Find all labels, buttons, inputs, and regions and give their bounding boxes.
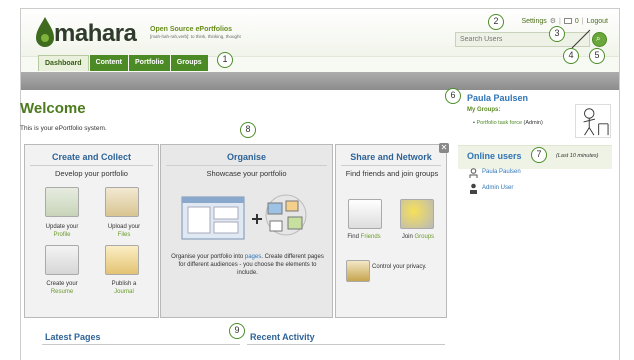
search-icon: ⌕ (596, 34, 601, 43)
close-icon[interactable]: ✕ (439, 143, 449, 153)
user-icon (470, 183, 477, 194)
caption-text: Upload your (107, 224, 141, 230)
files-link[interactable]: Files (118, 232, 131, 238)
main-nav-tabs: Dashboard Content Portfolio Groups (38, 55, 209, 71)
groups-link[interactable]: Groups (415, 234, 435, 240)
divider (341, 165, 441, 166)
publish-journal-caption: Publish a Journal (92, 281, 156, 296)
friends-icon[interactable] (348, 199, 382, 229)
settings-link[interactable]: Settings (521, 18, 546, 25)
recent-activity-heading: Recent Activity (250, 332, 315, 342)
callout-marker: 1 (217, 52, 233, 68)
groups-icon[interactable] (400, 199, 434, 229)
logout-link[interactable]: Logout (587, 18, 608, 25)
caption-text: Create your (46, 281, 78, 287)
callout-pointer (571, 29, 591, 49)
gear-icon[interactable]: ⚙ (550, 17, 556, 25)
callout-marker: 9 (229, 323, 245, 339)
panel-subtitle: Develop your portfolio (55, 169, 128, 178)
tab-groups[interactable]: Groups (170, 55, 208, 71)
group-list-item: • Portfolio task force (Admin) (473, 120, 543, 126)
callout-marker: 8 (240, 122, 256, 138)
organise-illustration-icon[interactable] (176, 191, 316, 243)
resume-link[interactable]: Resume (51, 289, 73, 295)
group-role: (Admin) (523, 120, 543, 126)
tab-portfolio[interactable]: Portfolio (129, 55, 170, 71)
privacy-caption: Control your privacy. (372, 264, 427, 270)
user-name[interactable]: Paula Paulsen (467, 93, 528, 103)
resume-icon[interactable] (45, 245, 79, 275)
profile-icon[interactable] (45, 187, 79, 217)
files-icon[interactable] (105, 187, 139, 217)
separator: | (559, 17, 561, 25)
organise-text-pre: Organise your portfolio into (171, 254, 244, 260)
sub-nav-bar (21, 72, 619, 90)
divider (42, 344, 240, 345)
callout-marker: 7 (531, 147, 547, 163)
create-resume-caption: Create your Resume (30, 281, 94, 296)
journal-link[interactable]: Journal (114, 289, 134, 295)
intro-text: This is your ePortfolio system. (20, 125, 107, 132)
tab-content[interactable]: Content (89, 55, 129, 71)
profile-link[interactable]: Profile (53, 232, 70, 238)
group-link[interactable]: Portfolio task force (476, 120, 522, 126)
upload-files-caption: Upload your Files (92, 224, 156, 239)
journal-icon[interactable] (105, 245, 139, 275)
online-users-note: (Last 10 minutes) (556, 153, 599, 159)
callout-marker: 2 (488, 14, 504, 30)
brand-tagline: Open Source ePortfolios (150, 26, 233, 33)
online-users-title: Online users (467, 151, 522, 161)
panel-title: Organise (226, 152, 266, 162)
page-title: Welcome (20, 100, 86, 117)
brand-tagline-sub: [mah-hah-rah,verb]: to think, thinking, … (150, 34, 241, 39)
organise-panel: Organise Showcase your portfolio Organis… (160, 144, 333, 318)
avatar[interactable] (575, 104, 611, 138)
caption-text: Join (401, 234, 413, 240)
panel-title: Create and Collect (51, 152, 132, 162)
caption-text: Update your (45, 224, 79, 230)
panel-subtitle: Find friends and join groups (345, 169, 439, 178)
panel-title: Share and Network (350, 152, 432, 162)
tab-dashboard[interactable]: Dashboard (38, 55, 89, 71)
callout-marker: 6 (445, 88, 461, 104)
panel-subtitle: Showcase your portfolio (206, 169, 287, 178)
latest-pages-heading: Latest Pages (45, 332, 101, 342)
update-profile-caption: Update your Profile (30, 224, 94, 239)
callout-marker: 5 (589, 48, 605, 64)
pages-link[interactable]: pages (245, 254, 261, 260)
mail-count-link[interactable]: 0 (575, 18, 579, 25)
search-button[interactable]: ⌕ (592, 32, 607, 47)
user-icon (469, 168, 478, 178)
brand-logo-text[interactable]: mahara (54, 21, 137, 47)
share-network-panel: Share and Network Find friends and join … (335, 144, 447, 318)
callout-marker: 4 (563, 48, 579, 64)
mail-icon[interactable] (563, 18, 572, 24)
caption-text: Publish a (111, 281, 137, 287)
organise-description: Organise your portfolio into pages. Crea… (169, 253, 326, 277)
friends-link[interactable]: Friends (361, 234, 381, 240)
callout-marker: 3 (549, 26, 565, 42)
top-links: Settings ⚙ | 0 | Logout (521, 17, 608, 26)
privacy-icon[interactable] (346, 260, 370, 282)
separator: | (581, 17, 584, 25)
online-user-item[interactable]: Paula Paulsen (482, 169, 521, 175)
caption-text: Find (347, 234, 359, 240)
divider (166, 165, 327, 166)
mahara-logo-icon (36, 17, 54, 47)
my-groups-label: My Groups: (467, 107, 501, 113)
find-friends-caption: Find Friends (336, 234, 392, 242)
divider (30, 165, 153, 166)
create-collect-panel: Create and Collect Develop your portfoli… (24, 144, 159, 318)
online-user-item[interactable]: Admin User (482, 185, 513, 191)
divider (247, 344, 445, 345)
join-groups-caption: Join Groups (390, 234, 446, 242)
